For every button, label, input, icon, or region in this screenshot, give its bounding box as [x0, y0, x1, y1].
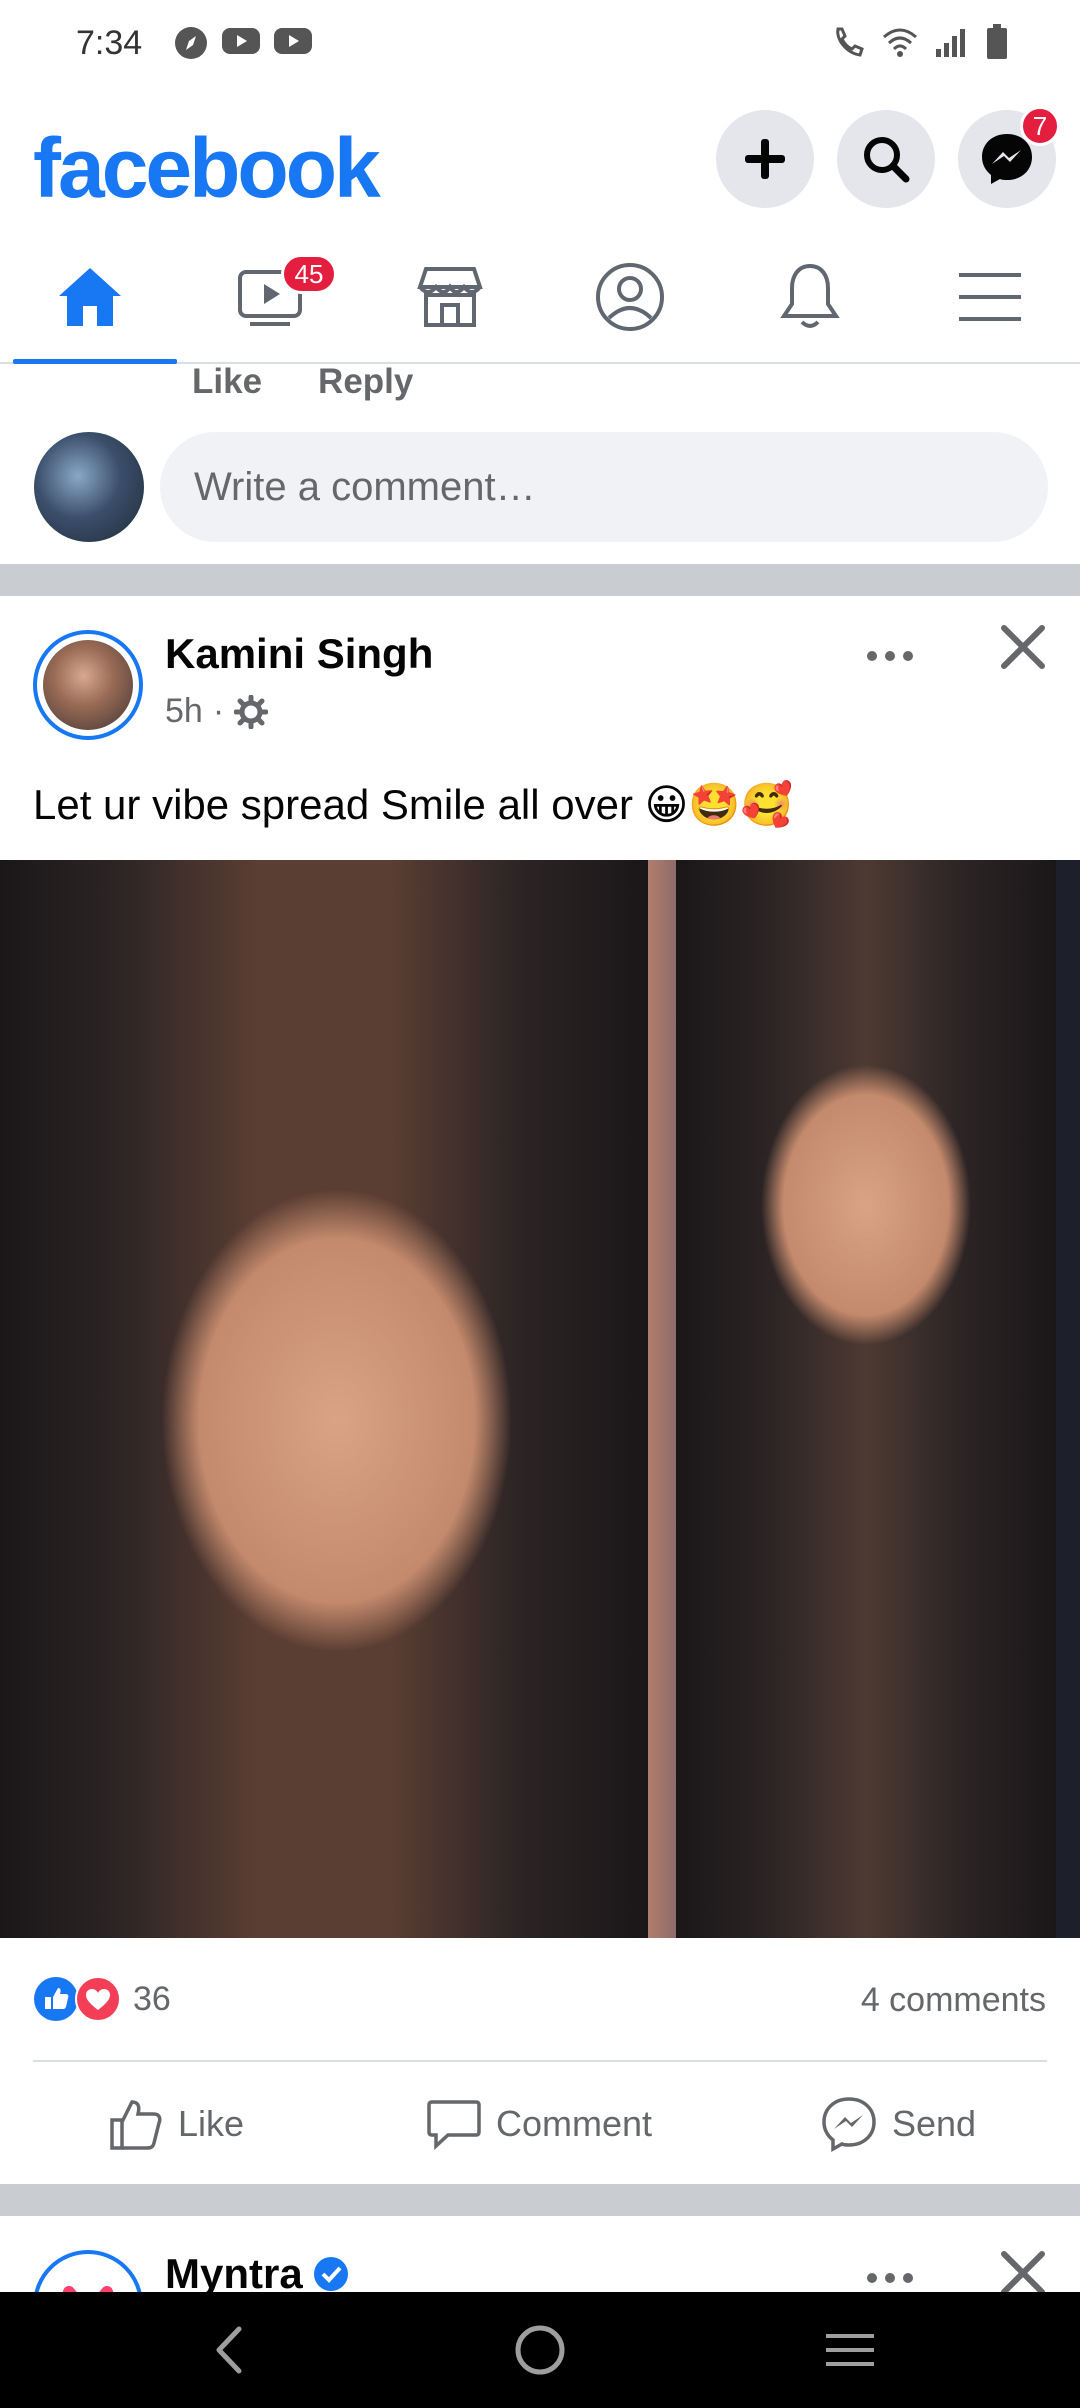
messenger-button[interactable]: 7	[958, 106, 1060, 208]
recents-button[interactable]	[810, 2320, 890, 2380]
wifi-call-icon	[836, 27, 864, 57]
wifi-icon	[883, 28, 917, 57]
facebook-feed-screen: 7:34 facebook 7 45 Like Reply Write a co…	[0, 0, 1080, 2408]
like-reaction-icon	[34, 1977, 78, 2021]
bell-icon	[780, 263, 840, 328]
status-time: 7:34	[76, 24, 143, 62]
avatar[interactable]	[34, 432, 144, 542]
post-author-name[interactable]: Kamini Singh	[165, 630, 433, 678]
post-photo-2[interactable]	[676, 860, 1056, 1938]
next-post-more-button[interactable]	[866, 2250, 914, 2295]
close-icon	[1001, 625, 1045, 669]
post-photo-1[interactable]	[0, 860, 648, 1938]
store-icon	[417, 267, 483, 327]
photo-divider	[648, 860, 676, 1938]
comments-count[interactable]: 4 comments	[861, 1981, 1046, 2020]
tab-menu[interactable]	[905, 232, 1075, 362]
post-time[interactable]: 5h	[165, 692, 203, 731]
verified-badge-icon	[313, 2257, 348, 2291]
close-icon	[1001, 2251, 1045, 2295]
post-text: Let ur vibe spread Smile all over 😀🤩🥰	[33, 781, 793, 828]
home-icon	[59, 268, 121, 326]
messenger-send-icon	[822, 2097, 876, 2152]
search-icon	[864, 137, 910, 183]
previous-comment-actions: Like Reply	[192, 362, 413, 402]
facebook-logo[interactable]: facebook	[33, 120, 381, 217]
reaction-count: 36	[133, 1979, 171, 2018]
comment-button[interactable]: Comment	[426, 2092, 652, 2156]
feed-separator	[0, 564, 1080, 596]
photo-edge	[1056, 860, 1080, 1938]
love-reaction-icon	[75, 1976, 121, 2022]
status-icons-left	[174, 26, 312, 60]
battery-icon	[987, 24, 1007, 59]
create-button[interactable]	[716, 110, 814, 208]
app-header: facebook 7	[0, 90, 1080, 230]
next-post-author[interactable]: Myntra	[165, 2250, 349, 2298]
comment-placeholder: Write a comment…	[194, 464, 536, 509]
youtube-icon	[222, 28, 260, 54]
status-icons-right	[832, 24, 1008, 60]
like-button[interactable]: Like	[108, 2092, 244, 2156]
comment-label: Comment	[496, 2103, 653, 2144]
comment-input[interactable]: Write a comment…	[160, 432, 1048, 542]
signal-icon	[936, 29, 965, 57]
gear-icon	[234, 694, 269, 729]
messenger-badge: 7	[1020, 106, 1060, 146]
like-label: Like	[178, 2103, 245, 2144]
recents-icon	[826, 2334, 874, 2366]
post-meta: 5h ·	[165, 692, 269, 731]
comment-icon	[427, 2100, 481, 2150]
menu-icon	[959, 273, 1021, 321]
post-more-button[interactable]	[866, 628, 914, 673]
tab-watch[interactable]: 45	[185, 232, 355, 362]
status-bar: 7:34	[0, 0, 1080, 90]
tab-marketplace[interactable]	[365, 232, 535, 362]
tab-notifications[interactable]	[725, 232, 895, 362]
more-icon	[867, 2273, 913, 2283]
profile-icon	[596, 263, 664, 331]
youtube-icon	[274, 28, 312, 54]
home-nav-button[interactable]	[500, 2320, 580, 2380]
post-avatar[interactable]	[33, 630, 143, 740]
tab-home[interactable]	[5, 232, 177, 364]
back-icon	[216, 2326, 242, 2374]
post-hide-button[interactable]	[1000, 624, 1046, 675]
back-button[interactable]	[188, 2320, 268, 2380]
avatar-image	[43, 640, 133, 730]
compass-icon	[175, 27, 207, 59]
post-divider	[33, 2060, 1047, 2062]
more-icon	[867, 651, 913, 661]
nav-tabs: 45	[0, 232, 1080, 364]
active-tab-indicator	[13, 359, 177, 364]
reaction-summary[interactable]: 36	[33, 1976, 171, 2022]
comment-reply-link[interactable]: Reply	[318, 362, 413, 402]
search-button[interactable]	[837, 110, 935, 208]
comment-like-link[interactable]: Like	[192, 362, 262, 402]
tab-profile[interactable]	[545, 232, 715, 362]
next-author-name: Myntra	[165, 2250, 303, 2297]
home-circle-icon	[515, 2325, 565, 2375]
meta-dot: ·	[212, 692, 225, 730]
watch-badge: 45	[281, 254, 337, 294]
thumbs-up-icon	[110, 2100, 162, 2150]
system-nav-bar	[0, 2292, 1080, 2408]
feed-separator	[0, 2184, 1080, 2216]
send-button[interactable]: Send	[820, 2092, 976, 2156]
plus-icon	[745, 139, 785, 179]
send-label: Send	[892, 2103, 977, 2144]
